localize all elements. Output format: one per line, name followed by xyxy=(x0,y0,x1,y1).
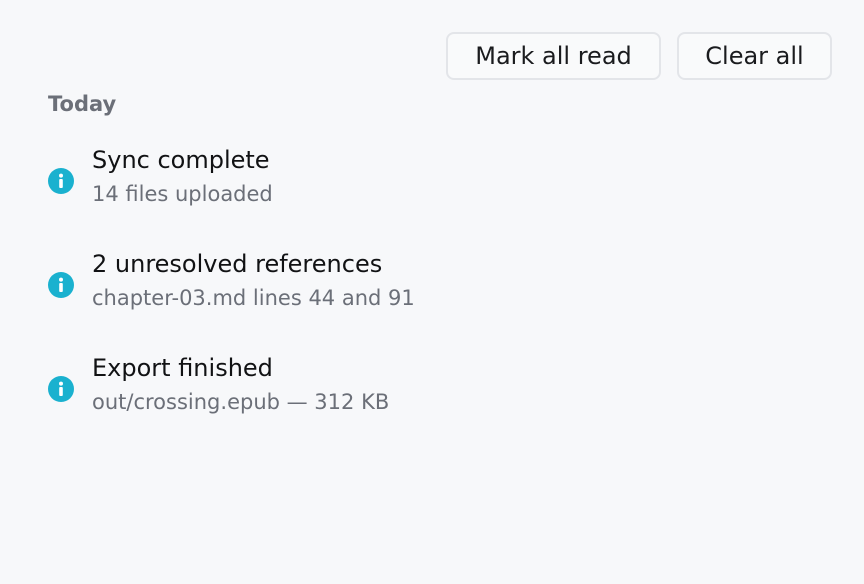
clear-all-button[interactable]: Clear all xyxy=(677,32,832,80)
info-icon xyxy=(48,168,74,194)
notifications-toolbar: Mark all read Clear all xyxy=(446,32,832,80)
info-icon xyxy=(48,376,74,402)
notification-detail: chapter-03.md lines 44 and 91 xyxy=(92,286,415,310)
notification-item[interactable]: Sync complete 14 files uploaded xyxy=(48,142,808,222)
notification-title: 2 unresolved references xyxy=(92,250,383,278)
info-icon xyxy=(48,272,74,298)
notification-title: Sync complete xyxy=(92,146,270,174)
notification-item[interactable]: Export finished out/crossing.epub — 312 … xyxy=(48,350,808,430)
mark-all-read-button[interactable]: Mark all read xyxy=(446,32,661,80)
notification-detail: 14 files uploaded xyxy=(92,182,273,206)
notification-item[interactable]: 2 unresolved references chapter-03.md li… xyxy=(48,246,808,326)
notification-title: Export finished xyxy=(92,354,273,382)
section-heading-today: Today xyxy=(48,92,117,116)
notification-detail: out/crossing.epub — 312 KB xyxy=(92,390,390,414)
